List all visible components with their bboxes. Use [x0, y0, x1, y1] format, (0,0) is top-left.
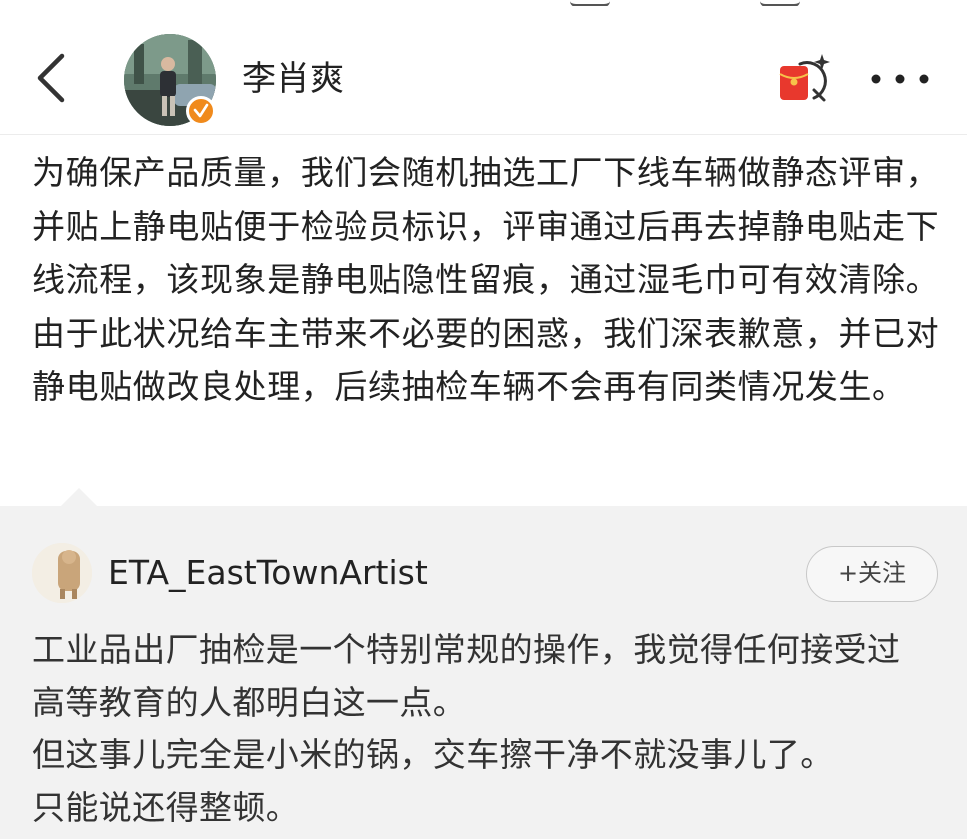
- back-button[interactable]: [28, 50, 76, 106]
- comment-line: 只能说还得整顿。: [32, 787, 300, 827]
- quote-pointer: [60, 488, 98, 507]
- chevron-left-icon: [37, 53, 65, 103]
- commenter-name[interactable]: ETA_EastTownArtist: [108, 550, 428, 596]
- red-packet-button[interactable]: [774, 50, 832, 108]
- commenter-avatar[interactable]: [32, 543, 92, 603]
- verified-icon: [193, 103, 209, 118]
- post-body-text: 为确保产品质量，我们会随机抽选工厂下线车辆做静态评审，并贴上静电贴便于检验员标识…: [32, 153, 940, 406]
- author-name[interactable]: 李肖爽: [242, 56, 344, 102]
- comment-line: 工业品出厂抽检是一个特别常规的操作，我觉得任何接受过: [32, 630, 901, 669]
- comment-body: 工业品出厂抽检是一个特别常规的操作，我觉得任何接受过 高等教育的人都明白这一点。…: [32, 624, 947, 834]
- top-bar: 李肖爽: [0, 0, 967, 135]
- red-packet-icon: [779, 54, 830, 102]
- comment-line: 高等教育的人都明白这一点。: [32, 682, 467, 722]
- comment-line: 但这事儿完全是小米的锅，交车擦干净不就没事儿了。: [32, 735, 834, 774]
- verified-badge: [186, 96, 216, 126]
- status-bar-remnant: [560, 0, 860, 6]
- follow-button[interactable]: +关注: [806, 546, 938, 602]
- weibo-post-page: 李肖爽 为确保产品质量，我们会随机抽选工厂下线车辆做静态评审，并贴上静电贴便于检…: [0, 0, 967, 839]
- more-horizontal-icon: [871, 74, 929, 84]
- more-button[interactable]: [866, 56, 934, 102]
